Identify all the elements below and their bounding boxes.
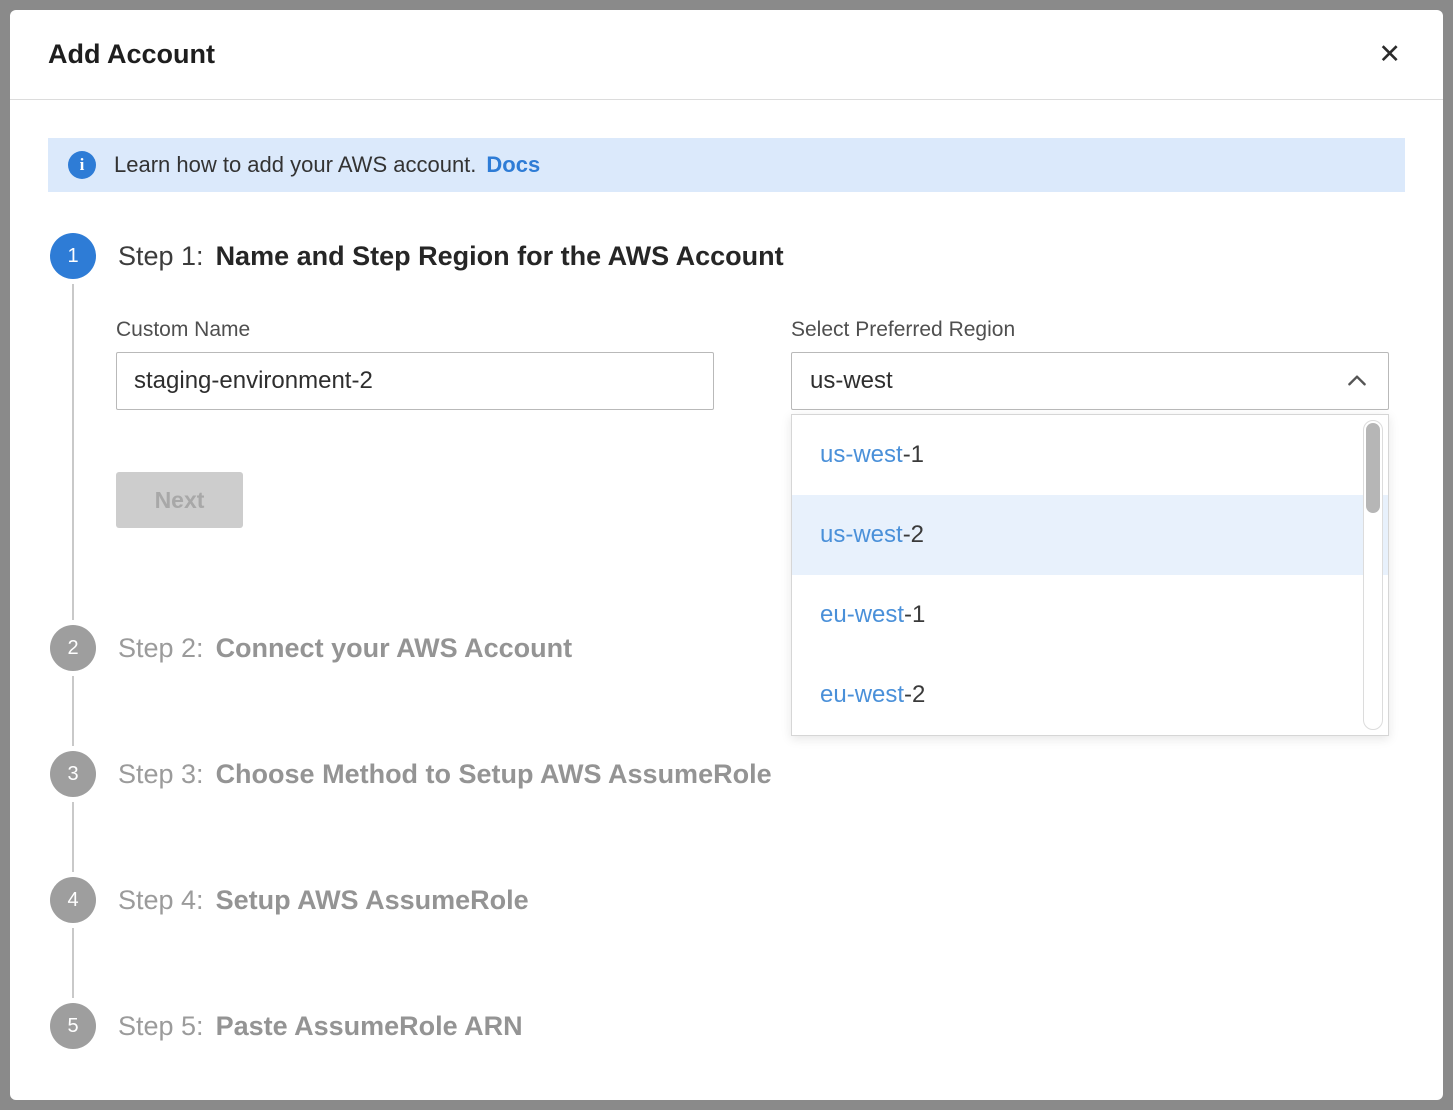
step-2-title: Step 2: Connect your AWS Account — [118, 633, 572, 664]
option-suffix-text: -1 — [903, 441, 924, 469]
region-select[interactable]: us-west — [791, 352, 1389, 410]
region-option-us-west-2[interactable]: us-west-2 — [792, 495, 1388, 575]
step-5-label: Step 5: — [118, 1011, 204, 1042]
step-1-header: 1 Step 1: Name and Step Region for the A… — [50, 233, 1405, 279]
steps-list: 1 Step 1: Name and Step Region for the A… — [50, 233, 1405, 1049]
dropdown-scrollbar[interactable] — [1363, 420, 1383, 730]
step-1: 1 Step 1: Name and Step Region for the A… — [50, 233, 1405, 620]
option-suffix-text: -2 — [904, 681, 925, 709]
step-1-title: Step 1: Name and Step Region for the AWS… — [118, 241, 784, 272]
custom-name-label: Custom Name — [116, 318, 714, 342]
step-5: 5 Step 5: Paste AssumeRole ARN — [50, 1003, 1405, 1049]
step-1-body: Custom Name Select Preferred Region us-w… — [72, 284, 1405, 620]
step-3: 3 Step 3: Choose Method to Setup AWS Ass… — [50, 751, 1405, 872]
region-label: Select Preferred Region — [791, 318, 1389, 342]
step-1-indicator: 1 — [50, 233, 96, 279]
option-match-text: us-west — [820, 521, 903, 549]
option-match-text: us-west — [820, 441, 903, 469]
custom-name-input[interactable] — [116, 352, 714, 410]
step-5-title: Step 5: Paste AssumeRole ARN — [118, 1011, 523, 1042]
step-1-label: Step 1: — [118, 241, 204, 272]
banner-text: Learn how to add your AWS account. — [114, 152, 476, 178]
step-4-connector — [72, 928, 1405, 998]
screen-background: Add Account ✕ i Learn how to add your AW… — [0, 0, 1453, 1110]
docs-link[interactable]: Docs — [486, 152, 540, 178]
custom-name-field-group: Custom Name — [116, 318, 714, 410]
step-2-indicator: 2 — [50, 625, 96, 671]
region-option-eu-west-1[interactable]: eu-west-1 — [792, 575, 1388, 655]
option-match-text: eu-west — [820, 681, 904, 709]
step-3-connector — [72, 802, 1405, 872]
step-3-title: Step 3: Choose Method to Setup AWS Assum… — [118, 759, 772, 790]
step-5-indicator: 5 — [50, 1003, 96, 1049]
region-option-us-west-1[interactable]: us-west-1 — [792, 415, 1388, 495]
option-suffix-text: -2 — [903, 521, 924, 549]
close-icon: ✕ — [1378, 39, 1401, 69]
modal-header: Add Account ✕ — [10, 10, 1443, 100]
modal-title: Add Account — [48, 39, 215, 70]
step-1-form: Custom Name Select Preferred Region us-w… — [116, 318, 1405, 410]
step-3-label: Step 3: — [118, 759, 204, 790]
step-4-name: Setup AWS AssumeRole — [216, 885, 529, 916]
region-dropdown: us-west-1 us-west-2 eu-west-1 eu-west-2 — [791, 414, 1389, 736]
option-match-text: eu-west — [820, 601, 904, 629]
step-4-indicator: 4 — [50, 877, 96, 923]
region-field-group: Select Preferred Region us-west us-west-… — [791, 318, 1389, 410]
chevron-up-icon — [1344, 368, 1370, 394]
option-suffix-text: -1 — [904, 601, 925, 629]
add-account-modal: Add Account ✕ i Learn how to add your AW… — [10, 10, 1443, 1100]
step-3-indicator: 3 — [50, 751, 96, 797]
step-2-name: Connect your AWS Account — [216, 633, 573, 664]
step-4-label: Step 4: — [118, 885, 204, 916]
step-3-header: 3 Step 3: Choose Method to Setup AWS Ass… — [50, 751, 1405, 797]
close-button[interactable]: ✕ — [1372, 35, 1407, 74]
region-option-eu-west-2[interactable]: eu-west-2 — [792, 655, 1388, 735]
step-3-name: Choose Method to Setup AWS AssumeRole — [216, 759, 772, 790]
step-5-header: 5 Step 5: Paste AssumeRole ARN — [50, 1003, 1405, 1049]
step-2-label: Step 2: — [118, 633, 204, 664]
step-5-name: Paste AssumeRole ARN — [216, 1011, 523, 1042]
info-banner: i Learn how to add your AWS account. Doc… — [48, 138, 1405, 192]
step-1-name: Name and Step Region for the AWS Account — [216, 241, 784, 272]
dropdown-scrollbar-thumb[interactable] — [1366, 423, 1380, 513]
step-4-title: Step 4: Setup AWS AssumeRole — [118, 885, 529, 916]
region-select-value: us-west — [810, 367, 893, 395]
step-4-header: 4 Step 4: Setup AWS AssumeRole — [50, 877, 1405, 923]
info-icon: i — [68, 151, 96, 179]
next-button[interactable]: Next — [116, 472, 243, 528]
step-4: 4 Step 4: Setup AWS AssumeRole — [50, 877, 1405, 998]
